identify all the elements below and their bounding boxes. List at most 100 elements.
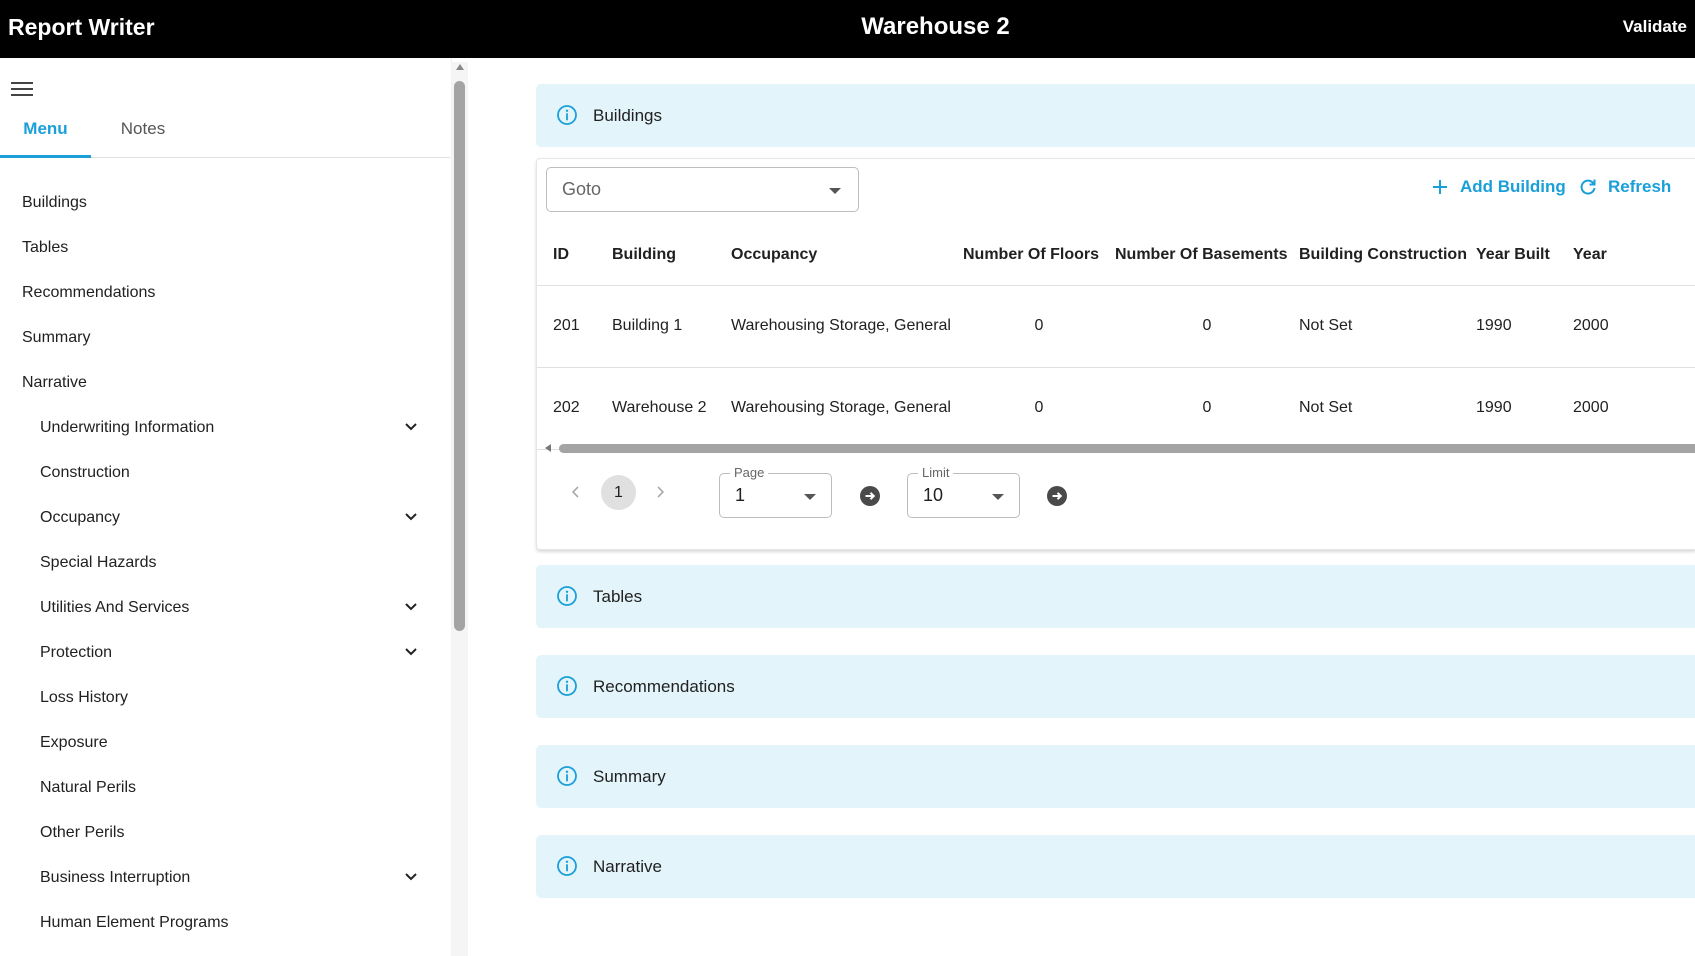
horizontal-scrollbar-thumb[interactable] — [559, 444, 1695, 453]
scroll-left-arrow-icon[interactable] — [545, 444, 551, 452]
chevron-left-icon[interactable] — [569, 485, 583, 499]
cell-occupancy: Warehousing Storage, General — [731, 285, 963, 368]
cell-building: Building 1 — [612, 285, 731, 368]
sidebar-item-underwriting-information[interactable]: Underwriting Information — [0, 405, 440, 450]
cell-year: 2000 — [1573, 285, 1695, 368]
dropdown-caret-icon — [992, 494, 1004, 500]
column-header-year-built[interactable]: Year Built — [1476, 225, 1573, 286]
column-header-building-construction[interactable]: Building Construction — [1299, 225, 1476, 286]
info-icon — [557, 856, 577, 876]
section-header-summary[interactable]: Summary — [536, 745, 1695, 808]
table-horizontal-scrollbar[interactable] — [537, 441, 1695, 455]
page-number-button[interactable]: 1 — [601, 475, 636, 510]
sidebar-item-label: Natural Perils — [40, 779, 137, 796]
sidebar-item-loss-history[interactable]: Loss History — [0, 675, 440, 720]
section-header-recommendations[interactable]: Recommendations — [536, 655, 1695, 718]
sidebar-item-label: Exposure — [40, 734, 108, 751]
buildings-table: ID Building Occupancy Number Of Floors N… — [537, 225, 1695, 450]
chevron-down-icon[interactable] — [404, 510, 418, 524]
sidebar-item-label: Occupancy — [40, 509, 121, 526]
column-header-occupancy[interactable]: Occupancy — [731, 225, 963, 286]
sidebar-item-business-interruption[interactable]: Business Interruption — [0, 855, 440, 900]
page-select-value: 1 — [735, 485, 746, 505]
page-select[interactable]: Page 1 — [719, 465, 832, 518]
table-row[interactable]: 201 Building 1 Warehousing Storage, Gene… — [537, 285, 1695, 368]
sidebar-item-recommendations[interactable]: Recommendations — [0, 270, 440, 315]
sidebar-item-label: Narrative — [22, 374, 87, 391]
section-title: Summary — [593, 767, 666, 786]
sidebar-item-label: Protection — [40, 644, 113, 661]
chevron-down-icon[interactable] — [404, 645, 418, 659]
sidebar-item-label: Summary — [22, 329, 91, 346]
tab-notes[interactable]: Notes — [103, 104, 183, 158]
chevron-right-icon[interactable] — [653, 485, 667, 499]
sidebar-item-label: Recommendations — [22, 284, 156, 301]
cell-building-construction: Not Set — [1299, 367, 1476, 450]
sidebar-item-narrative[interactable]: Narrative — [0, 360, 440, 405]
sidebar-item-other-perils[interactable]: Other Perils — [0, 810, 440, 855]
section-title: Tables — [593, 587, 643, 606]
chevron-down-icon[interactable] — [404, 870, 418, 884]
add-building-button[interactable]: Add Building — [1431, 177, 1581, 199]
cell-number-of-basements: 0 — [1115, 285, 1299, 368]
sidebar-item-natural-perils[interactable]: Natural Perils — [0, 765, 440, 810]
chevron-down-icon[interactable] — [404, 600, 418, 614]
sidebar-item-occupancy[interactable]: Occupancy — [0, 495, 440, 540]
sidebar-tabs: Menu Notes — [0, 104, 450, 158]
sidebar-item-utilities-and-services[interactable]: Utilities And Services — [0, 585, 440, 630]
sidebar-scrollbar[interactable] — [452, 62, 468, 956]
section-header-tables[interactable]: Tables — [536, 565, 1695, 628]
column-header-number-of-floors[interactable]: Number Of Floors — [963, 225, 1115, 286]
limit-select[interactable]: Limit 10 — [907, 465, 1020, 518]
section-title: Narrative — [593, 857, 662, 876]
sidebar-item-label: Loss History — [40, 689, 129, 706]
dropdown-caret-icon — [804, 494, 816, 500]
sidebar-item-special-hazards[interactable]: Special Hazards — [0, 540, 440, 585]
sidebar-item-label: Other Perils — [40, 824, 125, 841]
tab-menu[interactable]: Menu — [0, 104, 91, 158]
section-header-narrative[interactable]: Narrative — [536, 835, 1695, 898]
cell-number-of-floors: 0 — [963, 367, 1115, 450]
cell-id: 201 — [537, 285, 612, 368]
sidebar-item-protection[interactable]: Protection — [0, 630, 440, 675]
sidebar-item-label: Special Hazards — [40, 554, 157, 571]
validate-button[interactable]: Validate — [1623, 17, 1687, 37]
column-header-number-of-basements[interactable]: Number Of Basements — [1115, 225, 1299, 286]
refresh-label: Refresh — [1608, 177, 1672, 196]
sidebar-item-buildings[interactable]: Buildings — [0, 180, 440, 225]
column-header-id[interactable]: ID — [537, 225, 612, 286]
scroll-up-arrow-icon[interactable] — [456, 64, 464, 70]
table-row[interactable]: 202 Warehouse 2 Warehousing Storage, Gen… — [537, 367, 1695, 450]
cell-building-construction: Not Set — [1299, 285, 1476, 368]
goto-select-value: Goto — [562, 179, 602, 199]
refresh-icon — [1580, 179, 1596, 195]
sidebar-item-summary[interactable]: Summary — [0, 315, 440, 360]
sidebar-item-construction[interactable]: Construction — [0, 450, 440, 495]
refresh-button[interactable]: Refresh — [1579, 177, 1695, 199]
column-header-year[interactable]: Year — [1573, 225, 1695, 286]
sidebar-item-exposure[interactable]: Exposure — [0, 720, 440, 765]
sidebar-item-human-element-programs[interactable]: Human Element Programs — [0, 900, 440, 945]
goto-select[interactable]: Goto — [546, 167, 859, 212]
limit-select-value: 10 — [923, 485, 944, 505]
page-title: Warehouse 2 — [861, 13, 1010, 40]
sidebar-item-label: Construction — [40, 464, 130, 481]
section-header-buildings[interactable]: Buildings — [536, 84, 1695, 147]
info-icon — [557, 766, 577, 786]
cell-number-of-basements: 0 — [1115, 367, 1299, 450]
buildings-table-card: Goto Add Building Refresh ID Building Oc… — [536, 158, 1695, 550]
column-header-building[interactable]: Building — [612, 225, 731, 286]
table-header-row: ID Building Occupancy Number Of Floors N… — [537, 225, 1695, 286]
chevron-down-icon[interactable] — [404, 420, 418, 434]
cell-year-built: 1990 — [1476, 285, 1573, 368]
cell-year-built: 1990 — [1476, 367, 1573, 450]
hamburger-menu-icon[interactable] — [11, 81, 33, 97]
sidebar-item-label: Underwriting Information — [40, 419, 215, 436]
top-app-bar: Report Writer Warehouse 2 Validate — [0, 0, 1695, 58]
sidebar: Menu Notes Buildings Tables Recommendati… — [0, 58, 452, 956]
section-title: Buildings — [593, 106, 662, 125]
scrollbar-thumb[interactable] — [454, 81, 465, 631]
go-arrow-icon[interactable] — [859, 485, 881, 507]
go-arrow-icon[interactable] — [1046, 485, 1068, 507]
sidebar-item-tables[interactable]: Tables — [0, 225, 440, 270]
